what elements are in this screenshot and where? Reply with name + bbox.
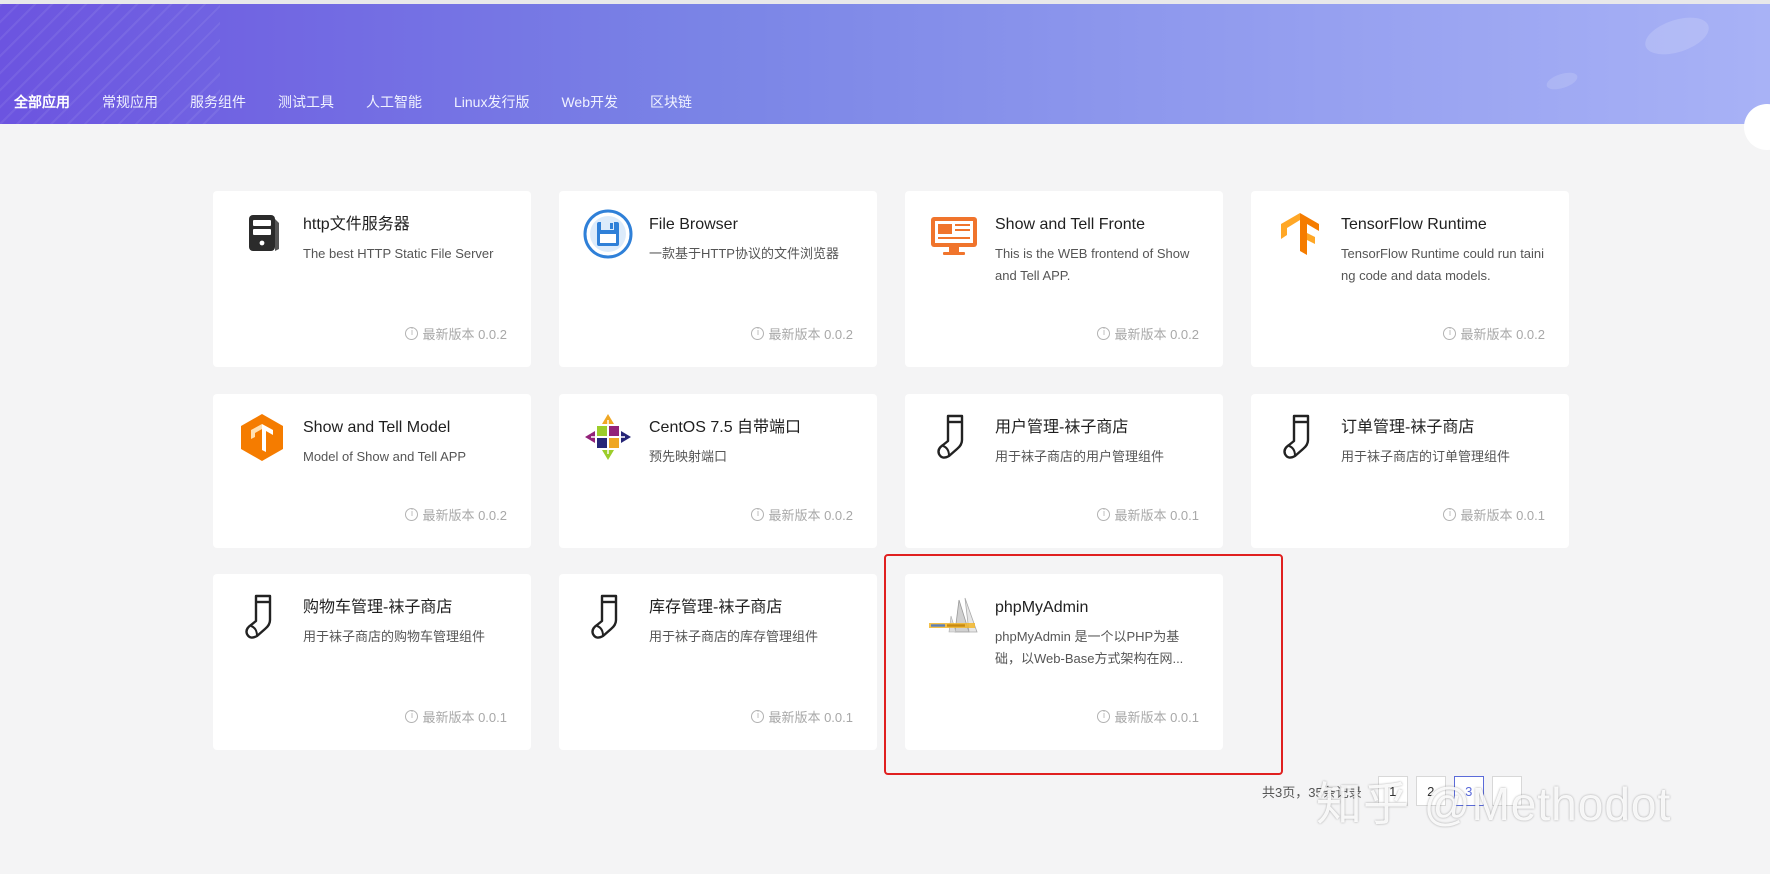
app-card-centos[interactable]: CentOS 7.5 自带端口 预先映射端口 i 最新版本 0.0.2	[559, 394, 877, 548]
decor-cloud	[1640, 10, 1714, 62]
info-icon: i	[751, 327, 765, 340]
app-version: i 最新版本 0.0.2	[1443, 324, 1545, 343]
info-icon: i	[1443, 508, 1457, 521]
app-title: 购物车管理-袜子商店	[303, 599, 453, 616]
server-icon	[249, 215, 279, 251]
app-card-file-browser[interactable]: File Browser 一款基于HTTP协议的文件浏览器 i 最新版本 0.0.…	[559, 191, 877, 367]
app-card-tensorflow-runtime[interactable]: TensorFlow Runtime TensorFlow Runtime co…	[1251, 191, 1569, 367]
app-card-sock-inventory-management[interactable]: 库存管理-袜子商店 用于袜子商店的库存管理组件 i 最新版本 0.0.1	[559, 574, 877, 750]
app-title: Show and Tell Fronte	[995, 216, 1146, 233]
app-card-sock-order-management[interactable]: 订单管理-袜子商店 用于袜子商店的订单管理组件 i 最新版本 0.0.1	[1251, 394, 1569, 548]
app-version: i 最新版本 0.0.2	[751, 324, 853, 343]
sock-icon	[591, 594, 618, 639]
app-version: i 最新版本 0.0.2	[751, 505, 853, 524]
app-description: 一款基于HTTP协议的文件浏览器	[649, 246, 839, 261]
app-version: i 最新版本 0.0.1	[405, 707, 507, 726]
tensorflow-icon	[1281, 213, 1319, 255]
info-icon: i	[405, 710, 419, 723]
tab-service-components[interactable]: 服务组件	[190, 92, 246, 112]
app-description: 用于袜子商店的用户管理组件	[995, 449, 1165, 464]
app-description: 用于袜子商店的购物车管理组件	[303, 629, 486, 644]
app-description: 预先映射端口	[649, 449, 728, 464]
app-version: i 最新版本 0.0.2	[405, 505, 507, 524]
app-title: Show and Tell Model	[303, 419, 451, 436]
app-description: 用于袜子商店的库存管理组件	[649, 629, 819, 644]
tab-blockchain[interactable]: 区块链	[650, 92, 692, 112]
app-title: 用户管理-袜子商店	[995, 419, 1129, 436]
monitor-icon	[931, 217, 977, 255]
app-card-http-file-server[interactable]: http文件服务器 The best HTTP Static File Serv…	[213, 191, 531, 367]
tab-all-apps[interactable]: 全部应用	[14, 92, 70, 112]
info-icon: i	[405, 508, 419, 521]
category-tabs: 全部应用 常规应用 服务组件 测试工具 人工智能 Linux发行版 Web开发 …	[14, 92, 724, 112]
app-version: i 最新版本 0.0.1	[1443, 505, 1545, 524]
app-title: File Browser	[649, 216, 738, 233]
info-icon: i	[1443, 327, 1457, 340]
info-icon: i	[751, 710, 765, 723]
annotation-highlight-box	[884, 554, 1283, 775]
app-title: TensorFlow Runtime	[1341, 216, 1487, 233]
app-title: http文件服务器	[303, 216, 410, 233]
app-description: 用于袜子商店的订单管理组件	[1341, 449, 1511, 464]
tab-web-dev[interactable]: Web开发	[561, 92, 618, 112]
app-title: 库存管理-袜子商店	[649, 599, 783, 616]
watermark: 知乎 @Methodot	[1316, 778, 1672, 830]
centos-icon	[585, 414, 631, 460]
decor-cloud	[1544, 69, 1580, 93]
tab-linux-distro[interactable]: Linux发行版	[454, 92, 529, 112]
app-title: 订单管理-袜子商店	[1341, 419, 1475, 436]
app-version: i 最新版本 0.0.2	[1097, 324, 1199, 343]
app-card-show-and-tell-frontend[interactable]: Show and Tell Fronte This is the WEB fro…	[905, 191, 1223, 367]
header-banner: 全部应用 常规应用 服务组件 测试工具 人工智能 Linux发行版 Web开发 …	[0, 4, 1770, 124]
tab-test-tools[interactable]: 测试工具	[278, 92, 334, 112]
app-description: Model of Show and Tell APP	[303, 449, 467, 464]
info-icon: i	[1097, 327, 1111, 340]
app-card-sock-user-management[interactable]: 用户管理-袜子商店 用于袜子商店的用户管理组件 i 最新版本 0.0.1	[905, 394, 1223, 548]
app-card-sock-cart-management[interactable]: 购物车管理-袜子商店 用于袜子商店的购物车管理组件 i 最新版本 0.0.1	[213, 574, 531, 750]
app-version: i 最新版本 0.0.1	[1097, 505, 1199, 524]
tab-ai[interactable]: 人工智能	[366, 92, 422, 112]
app-description: The best HTTP Static File Server	[303, 246, 494, 261]
info-icon: i	[1097, 508, 1111, 521]
app-description: This is the WEB frontend of Show and Tel…	[995, 246, 1190, 283]
tab-common-apps[interactable]: 常规应用	[102, 92, 158, 112]
app-card-show-and-tell-model[interactable]: Show and Tell Model Model of Show and Te…	[213, 394, 531, 548]
sock-icon	[1283, 414, 1310, 459]
info-icon: i	[751, 508, 765, 521]
sock-icon	[937, 414, 964, 459]
app-version: i 最新版本 0.0.1	[751, 707, 853, 726]
info-icon: i	[405, 327, 419, 340]
sock-icon	[245, 594, 272, 639]
app-description: TensorFlow Runtime could run taining cod…	[1341, 246, 1545, 283]
app-title: CentOS 7.5 自带端口	[649, 419, 802, 436]
app-version: i 最新版本 0.0.2	[405, 324, 507, 343]
tensorflow-hexagon-icon	[241, 414, 283, 461]
floppy-disk-icon	[583, 209, 633, 259]
